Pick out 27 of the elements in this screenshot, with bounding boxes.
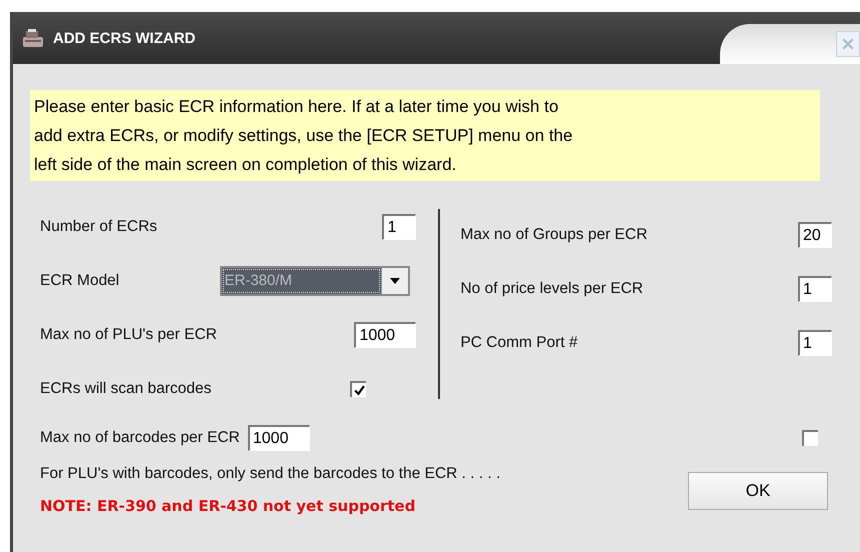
checkbox[interactable] (350, 381, 366, 397)
caret-icon (390, 278, 400, 284)
instructions-text: add extra ECRs, or modify settings, use the [ECR SETUP] menu on the (34, 125, 573, 147)
text-field[interactable]: 1 (798, 330, 832, 356)
field-label: Max no of barcodes per ECR (40, 429, 240, 447)
warning-note: NOTE: ER-390 and ER-430 not yet supported (40, 497, 416, 515)
text-field[interactable]: 1 (798, 276, 832, 302)
instructions-text: Please enter basic ECR information here. If at a later time you wish to (34, 96, 558, 118)
field-label: ECRs will scan barcodes (40, 380, 212, 398)
model-dropdown[interactable]: ER-380/M (220, 266, 410, 296)
field-label: PC Comm Port # (460, 334, 578, 352)
text-field[interactable]: 1 (382, 214, 416, 240)
close-icon (842, 38, 854, 50)
field-label: Max no of PLU's per ECR (40, 326, 217, 344)
text-field[interactable]: 1000 (248, 425, 310, 451)
option-label: For PLU's with barcodes, only send the barcodes to the ECR . . . . . (40, 465, 500, 483)
cash-register-icon (21, 28, 45, 48)
field-label: Max no of Groups per ECR (460, 226, 648, 244)
window-title: ADD ECRS WIZARD (53, 30, 196, 46)
ok-button[interactable]: OK (688, 472, 828, 510)
text-field[interactable]: 20 (798, 222, 832, 248)
text-field[interactable]: 1000 (354, 322, 416, 348)
instructions-text: left side of the main screen on completion of this wizard. (34, 154, 456, 176)
checkbox[interactable] (802, 430, 818, 446)
field-label: Number of ECRs (40, 218, 158, 236)
field-label: No of price levels per ECR (460, 280, 644, 298)
field-label: ECR Model (40, 272, 120, 290)
